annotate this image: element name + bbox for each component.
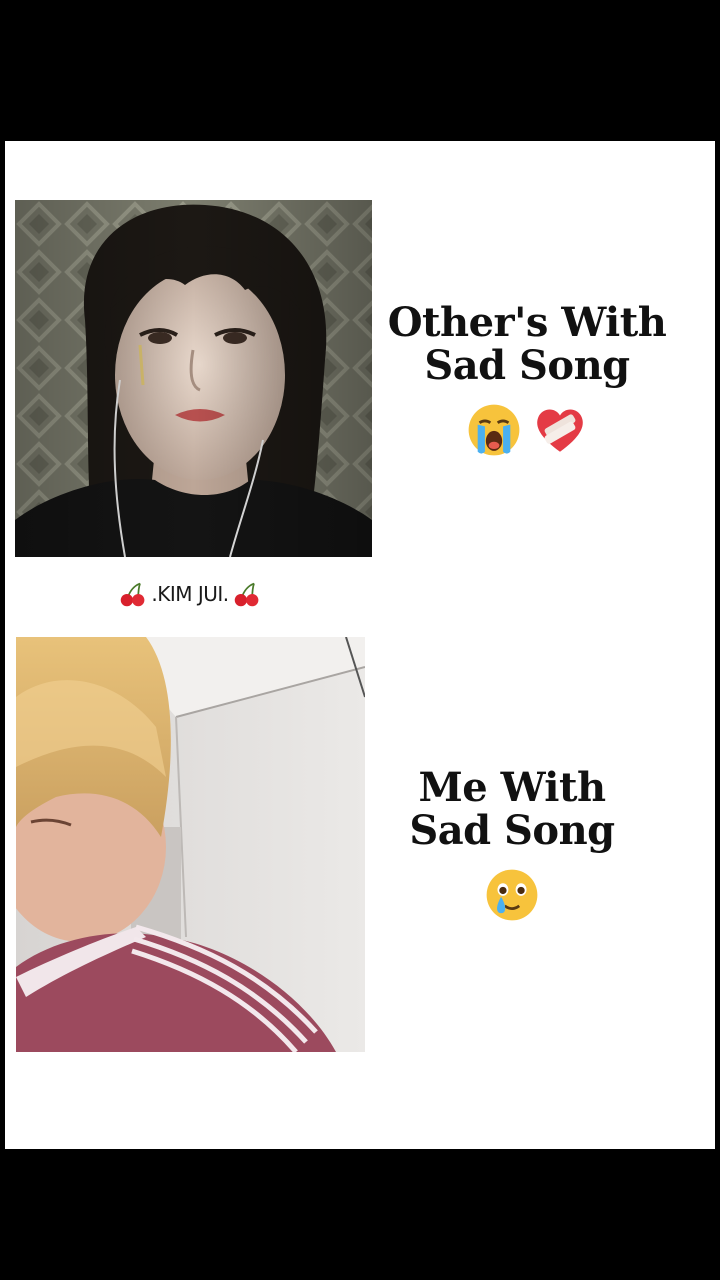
cherries-icon	[234, 582, 259, 607]
meme-card: Other's With Sad Song .KIM JUI. Me With …	[5, 141, 715, 1149]
me-caption: Me With Sad Song	[377, 766, 647, 924]
mending-heart-icon	[537, 409, 583, 453]
watermark-text: .KIM JUI.	[151, 582, 229, 606]
blond-person-photo	[16, 637, 365, 1052]
caption-line: Me With	[418, 764, 606, 811]
watermark: .KIM JUI.	[95, 580, 285, 608]
caption-line: Sad Song	[424, 342, 630, 390]
caption-line: Other's With	[387, 299, 667, 346]
loudly-crying-face-icon	[468, 405, 520, 456]
others-caption: Other's With Sad Song	[377, 301, 677, 459]
caption-line: Sad Song	[409, 807, 615, 855]
cherries-icon	[121, 582, 145, 607]
crying-girl-photo	[15, 200, 372, 557]
face-holding-back-tears-icon	[486, 870, 538, 921]
